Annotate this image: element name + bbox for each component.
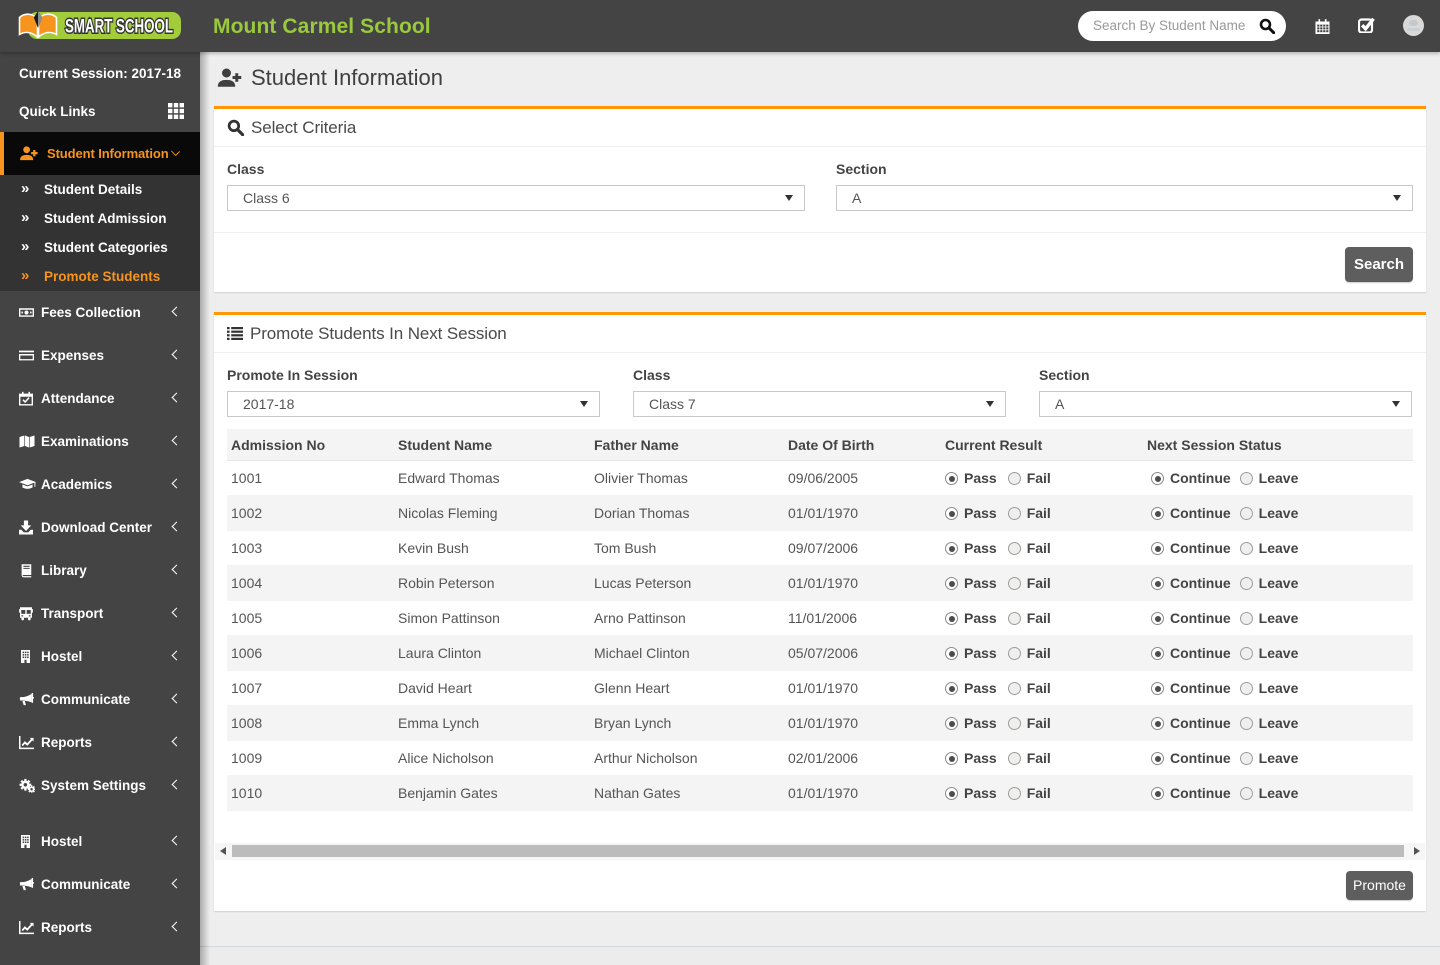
svg-text:SMART SCHOOL: SMART SCHOOL (65, 17, 173, 38)
